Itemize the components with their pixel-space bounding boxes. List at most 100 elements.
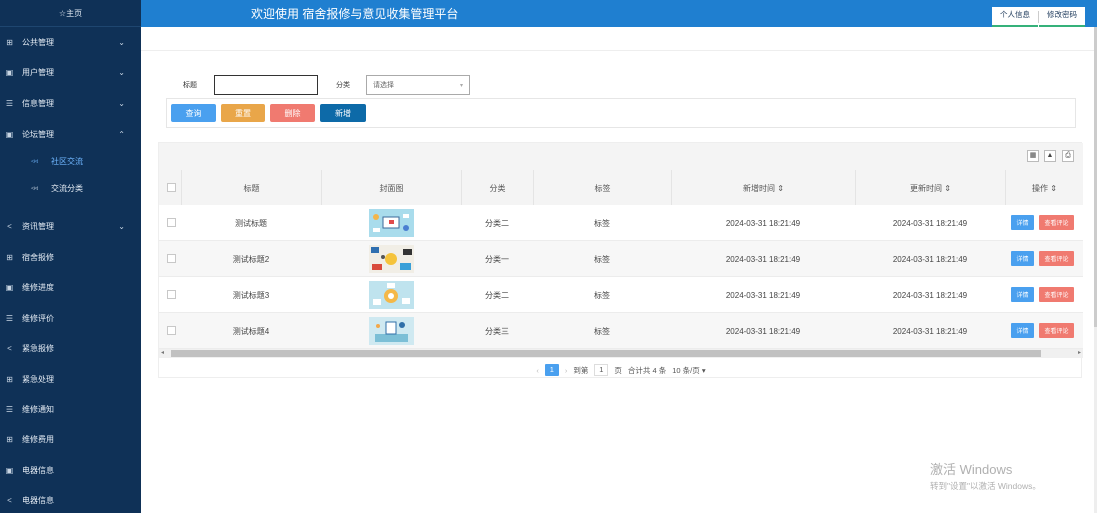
next-page-icon[interactable]: ›	[565, 366, 568, 375]
page-title: 欢迎使用 宿舍报修与意见收集管理平台	[251, 7, 459, 21]
bullet-icon: ◃◃	[31, 158, 39, 165]
profile-button[interactable]: 个人信息	[992, 7, 1038, 27]
sidebar: ☆主页 ⊞ 公共管理 ⌄ ▣ 用户管理 ⌄ ☰ 信息管理 ⌄ ▣ 论坛管理 ⌃ …	[0, 0, 141, 513]
app-root: ☆主页 ⊞ 公共管理 ⌄ ▣ 用户管理 ⌄ ☰ 信息管理 ⌄ ▣ 论坛管理 ⌃ …	[0, 0, 1097, 513]
sidebar-item-appliance[interactable]: ▣ 电器信息	[0, 460, 141, 480]
header-cover: 封面图	[321, 170, 461, 207]
grid-icon: ⊞	[6, 37, 13, 47]
sidebar-item-label: 用户管理	[22, 67, 54, 77]
share-icon: <	[7, 221, 12, 231]
sidebar-item-users[interactable]: ▣ 用户管理 ⌄	[0, 62, 141, 82]
chevron-down-icon: ⌄	[118, 37, 125, 47]
category-placeholder: 请选择	[373, 82, 394, 89]
select-all-checkbox[interactable]	[167, 183, 176, 192]
sidebar-item-label: 电器信息	[22, 465, 54, 475]
sidebar-subitem-community[interactable]: ◃◃ 社区交流	[0, 151, 141, 171]
doc-icon: ▣	[5, 282, 14, 292]
add-button[interactable]: 新增	[320, 104, 366, 122]
view-comments-button[interactable]: 查看评论	[1039, 287, 1074, 302]
view-comments-button[interactable]: 查看评论	[1039, 251, 1074, 266]
sidebar-item-info[interactable]: ☰ 信息管理 ⌄	[0, 93, 141, 113]
horizontal-scrollbar[interactable]: ◂ ▸	[159, 349, 1083, 358]
row-checkbox[interactable]	[167, 290, 176, 299]
detail-button[interactable]: 详情	[1011, 251, 1034, 266]
pagination: ‹ 1 › 到第 1 页 合计共 4 条 10 条/页 ▾	[159, 362, 1083, 378]
chevron-up-icon: ⌃	[118, 129, 125, 139]
sidebar-item-forum[interactable]: ▣ 论坛管理 ⌃	[0, 124, 141, 144]
goto-label: 到第	[573, 365, 589, 375]
cell-created: 2024-03-31 18:21:49	[725, 218, 801, 228]
page-current[interactable]: 1	[544, 364, 559, 376]
sidebar-item-urgent-handle[interactable]: ⊞ 紧急处理	[0, 369, 141, 389]
table-row: 测试标题2 分类一 标签 2024-03-31 18:21:49 2024-03…	[159, 241, 1083, 277]
cell-category: 分类一	[485, 254, 509, 264]
columns-icon[interactable]: ▦	[1027, 150, 1039, 162]
sidebar-subitem-label: 交流分类	[51, 183, 84, 193]
change-password-button[interactable]: 修改密码	[1039, 7, 1085, 27]
page-size-select[interactable]: 10 条/页 ▾	[672, 365, 705, 376]
scroll-left-icon[interactable]: ◂	[161, 349, 164, 356]
sidebar-item-notice[interactable]: ☰ 维修通知	[0, 399, 141, 419]
sidebar-subitem-label: 社区交流	[51, 156, 84, 166]
category-label: 分类	[336, 82, 350, 89]
sidebar-item-public[interactable]: ⊞ 公共管理 ⌄	[0, 32, 141, 52]
category-select[interactable]: 请选择 ▾	[366, 75, 470, 95]
header-ops[interactable]: 操作 ⇕	[1005, 170, 1083, 207]
cover-image	[369, 281, 414, 309]
delete-button[interactable]: 删除	[270, 104, 315, 122]
title-search-input[interactable]	[214, 75, 318, 95]
goto-page-input[interactable]: 1	[594, 364, 609, 376]
sidebar-item-urgent[interactable]: < 紧急报修	[0, 338, 141, 358]
table-toolbar: ▦ ▲ ⎙	[159, 143, 1083, 170]
scroll-right-icon[interactable]: ▸	[1078, 349, 1081, 356]
export-icon[interactable]: ▲	[1044, 150, 1056, 162]
detail-button[interactable]: 详情	[1011, 215, 1034, 230]
grid-icon: ⊞	[6, 434, 13, 444]
query-button[interactable]: 查询	[171, 104, 216, 122]
row-checkbox[interactable]	[167, 326, 176, 335]
row-checkbox[interactable]	[167, 254, 176, 263]
sidebar-item-appliance-2[interactable]: < 电器信息	[0, 490, 141, 510]
sidebar-item-fee[interactable]: ⊞ 维修费用	[0, 429, 141, 449]
sidebar-subitem-category[interactable]: ◃◃ 交流分类	[0, 178, 141, 198]
detail-button[interactable]: 详情	[1011, 287, 1034, 302]
view-comments-button[interactable]: 查看评论	[1039, 323, 1074, 338]
sidebar-item-repair[interactable]: ⊞ 宿舍报修	[0, 247, 141, 267]
table-row: 测试标题3 分类二 标签 2024-03-31 18:21:49 2024-03…	[159, 277, 1083, 313]
sidebar-item-label: 维修评价	[22, 313, 54, 323]
header-updated[interactable]: 更新时间 ⇕	[855, 170, 1005, 207]
total-count: 合计共 4 条	[627, 365, 667, 375]
sidebar-item-label: 紧急报修	[22, 343, 54, 353]
scrollbar-thumb[interactable]	[171, 350, 1041, 357]
top-header: 欢迎使用 宿舍报修与意见收集管理平台 个人信息 修改密码	[141, 0, 1097, 27]
header-title[interactable]: 标题	[181, 170, 321, 207]
grid-icon: ⊞	[6, 252, 13, 262]
data-table: ▦ ▲ ⎙ 标题 封面图 分类 标签 新增时间 ⇕ 更新时间 ⇕ 操作 ⇕ 测试…	[158, 142, 1083, 378]
header-created[interactable]: 新增时间 ⇕	[671, 170, 855, 207]
cell-updated: 2024-03-31 18:21:49	[892, 326, 968, 336]
header-category[interactable]: 分类	[461, 170, 533, 207]
doc-icon: ▣	[5, 129, 14, 139]
sidebar-item-progress[interactable]: ▣ 维修进度	[0, 277, 141, 297]
title-label: 标题	[183, 82, 197, 89]
list-icon: ☰	[5, 98, 14, 108]
sidebar-home[interactable]: ☆主页	[0, 0, 141, 27]
reset-button[interactable]: 重置	[221, 104, 265, 122]
sidebar-item-review[interactable]: ☰ 维修评价	[0, 308, 141, 328]
cell-tag: 标签	[594, 290, 610, 300]
sidebar-item-label: 紧急处理	[22, 374, 54, 384]
cell-title: 测试标题2	[232, 254, 270, 264]
print-icon[interactable]: ⎙	[1062, 150, 1074, 162]
sidebar-item-news[interactable]: < 资讯管理 ⌄	[0, 216, 141, 236]
prev-page-icon[interactable]: ‹	[536, 366, 539, 375]
cover-image	[369, 209, 414, 237]
page-unit: 页	[614, 365, 622, 375]
header-actions: 个人信息 修改密码	[992, 7, 1085, 27]
row-checkbox[interactable]	[167, 218, 176, 227]
watermark-line1: 激活 Windows	[930, 462, 1013, 477]
view-comments-button[interactable]: 查看评论	[1039, 215, 1074, 230]
header-tag[interactable]: 标签	[533, 170, 671, 207]
detail-button[interactable]: 详情	[1011, 323, 1034, 338]
sidebar-item-label: 宿舍报修	[22, 252, 54, 262]
watermark-line2: 转到"设置"以激活 Windows。	[930, 481, 1041, 491]
